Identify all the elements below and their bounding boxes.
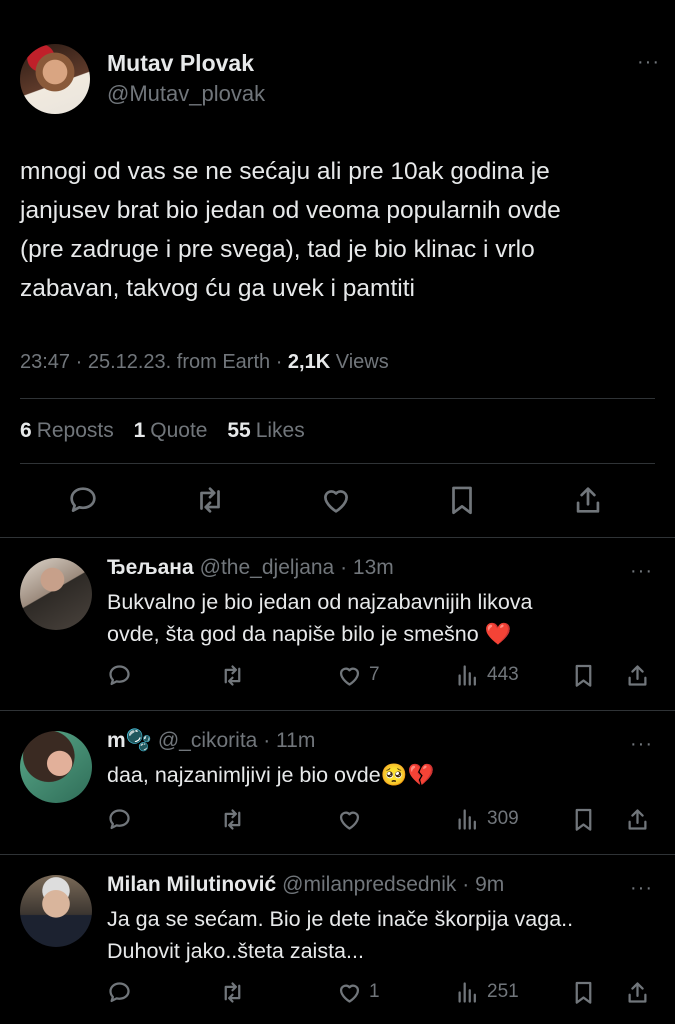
like-icon: [339, 811, 360, 830]
avatar[interactable]: [20, 558, 92, 630]
tweet-actions: [0, 480, 675, 524]
tweet-text-line: janjusev brat bio jedan od veoma popular…: [20, 197, 561, 224]
reposts-label: Reposts: [36, 419, 114, 442]
reply-author-handle[interactable]: @_cikorita · 11m: [158, 729, 315, 752]
like-button[interactable]: 1: [336, 977, 380, 1007]
reply-text-line: Ja ga se sećam. Bio je dete inače škorpi…: [107, 907, 574, 931]
repost-icon[interactable]: [190, 480, 230, 520]
reply-header: Ђељана @the_djeljana · 13m: [107, 556, 394, 580]
share-icon[interactable]: [624, 660, 657, 690]
emoji: 🥺💔: [380, 763, 435, 787]
reply-text-line: daa, najzanimljivi je bio ovde🥺💔: [107, 759, 657, 791]
reply-text-line: Bukvalno je bio jedan od najzabavnijih l…: [107, 590, 533, 614]
divider: [20, 398, 655, 399]
more-options-icon[interactable]: ···: [630, 561, 653, 581]
analytics-icon: [458, 664, 476, 686]
reply-actions: 309: [0, 804, 675, 838]
like-button[interactable]: [336, 804, 369, 834]
reply-text-span: ovde, šta god da napiše bilo je smešno: [107, 622, 479, 646]
likes-label: Likes: [255, 419, 305, 442]
reply-actions: 1 251: [0, 977, 675, 1011]
reply-icon[interactable]: [63, 480, 103, 520]
share-icon[interactable]: [568, 480, 608, 520]
analytics-icon: [458, 981, 476, 1003]
more-options-icon[interactable]: ···: [630, 878, 653, 898]
reply-text: Ja ga se sećam. Bio je dete inače škorpi…: [107, 903, 657, 967]
reply-text: daa, najzanimljivi je bio ovde🥺💔: [107, 759, 657, 791]
more-options-icon[interactable]: ···: [630, 734, 653, 754]
repost-icon[interactable]: [219, 804, 252, 834]
views-count: 443: [487, 664, 519, 685]
reply-actions: 7 443: [0, 660, 675, 694]
author-name[interactable]: Mutav Plovak: [107, 50, 254, 77]
tweet-text-line: (pre zadruge i pre svega), tad je bio kl…: [20, 236, 535, 263]
views-count: 309: [487, 808, 519, 829]
quotes-stat[interactable]: 1 Quote: [134, 419, 208, 442]
reply-tweet[interactable]: m🫧 @_cikorita · 11m ··· daa, najzanimljiv…: [0, 711, 675, 854]
views-count: 251: [487, 981, 519, 1002]
views-label: Views: [330, 351, 389, 373]
reply-author-handle[interactable]: @milanpredsednik · 9m: [282, 873, 504, 896]
reposts-count: 6: [20, 419, 32, 442]
reply-text-line: ovde, šta god da napiše bilo je smešno ❤…: [107, 618, 657, 650]
tweet-text: mnogi od vas se ne sećaju ali pre 10ak g…: [20, 152, 650, 308]
reply-header: Milan Milutinović @milanpredsednik · 9m: [107, 873, 504, 897]
quotes-label: Quote: [150, 419, 208, 442]
analytics-icon: [458, 808, 476, 830]
likes-stat[interactable]: 55 Likes: [227, 419, 304, 442]
tweet-author: Mutav Plovak @Mutav_plovak ···: [20, 40, 660, 120]
reply-icon[interactable]: [106, 660, 139, 690]
reply-icon[interactable]: [106, 977, 139, 1007]
author-handle[interactable]: @Mutav_plovak: [107, 81, 265, 107]
reply-header: m🫧 @_cikorita · 11m: [107, 729, 315, 753]
avatar[interactable]: [20, 875, 92, 947]
tweet-timestamp[interactable]: 23:47 · 25.12.23. from Earth ·: [20, 351, 288, 373]
divider: [20, 463, 655, 464]
tweet-text-line: mnogi od vas se ne sećaju ali pre 10ak g…: [20, 158, 550, 185]
views-count: 2,1K: [287, 351, 331, 373]
reply-author-name[interactable]: m: [107, 729, 126, 752]
tweet-meta: 23:47 · 25.12.23. from Earth · 2,1K View…: [20, 351, 389, 374]
repost-icon[interactable]: [219, 977, 252, 1007]
reply-author-emoji: 🫧: [125, 729, 152, 752]
reply-tweet[interactable]: Milan Milutinović @milanpredsednik · 9m ·…: [0, 855, 675, 1024]
like-icon[interactable]: [316, 480, 356, 520]
avatar[interactable]: [20, 44, 90, 114]
reply-icon[interactable]: [106, 804, 139, 834]
heart-emoji: ❤️: [484, 622, 512, 646]
like-count: 1: [369, 981, 380, 1002]
reply-tweet[interactable]: Ђељана @the_djeljana · 13m ··· Bukvalno j…: [0, 538, 675, 710]
reply-author-handle[interactable]: @the_djeljana · 13m: [200, 556, 394, 579]
repost-icon[interactable]: [219, 660, 252, 690]
like-count: 7: [369, 664, 380, 685]
tweet-stats: 6 Reposts 1 Quote 55 Likes: [20, 419, 319, 443]
reply-text-line: Duhovit jako..šteta zaista...: [107, 939, 364, 963]
reply-author-name[interactable]: Milan Milutinović: [107, 873, 276, 896]
reply-author-name[interactable]: Ђељана: [107, 556, 194, 579]
more-options-icon[interactable]: ···: [637, 52, 660, 72]
likes-count: 55: [227, 419, 251, 442]
like-icon: [339, 984, 360, 1003]
bookmark-icon[interactable]: [570, 804, 603, 834]
reply-text-span: daa, najzanimljivi je bio ovde: [107, 763, 381, 787]
tweet-text-line: zabavan, takvog ću ga uvek i pamtiti: [20, 275, 415, 302]
bookmark-icon[interactable]: [442, 480, 482, 520]
like-button[interactable]: 7: [336, 660, 380, 690]
quotes-count: 1: [133, 419, 146, 442]
avatar[interactable]: [20, 731, 92, 803]
views-button[interactable]: 443: [454, 660, 519, 690]
views-button[interactable]: 251: [454, 977, 519, 1007]
like-icon: [339, 667, 360, 686]
reposts-stat[interactable]: 6 Reposts: [20, 419, 114, 442]
views-button[interactable]: 309: [454, 804, 519, 834]
bookmark-icon[interactable]: [570, 660, 603, 690]
bookmark-icon[interactable]: [570, 977, 603, 1007]
share-icon[interactable]: [624, 804, 657, 834]
share-icon[interactable]: [624, 977, 657, 1007]
reply-text: Bukvalno je bio jedan od najzabavnijih l…: [107, 586, 657, 650]
